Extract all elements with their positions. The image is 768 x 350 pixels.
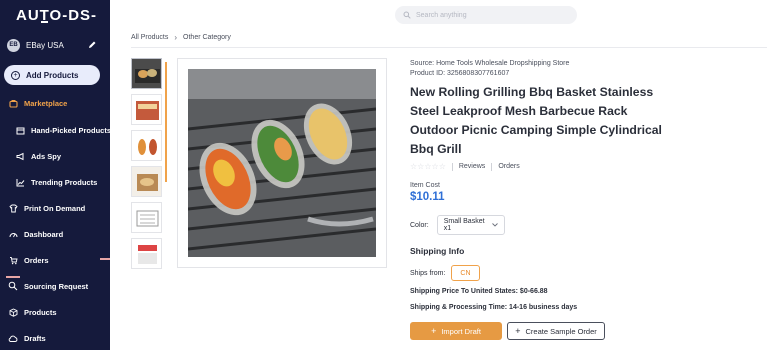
- cart-icon: [8, 255, 18, 265]
- sidebar-item-label: Print On Demand: [24, 203, 86, 213]
- sidebar-item-label: Products: [24, 307, 57, 317]
- divider: [451, 162, 453, 171]
- cloud-icon: [8, 333, 18, 343]
- megaphone-icon: [15, 151, 25, 161]
- sidebar-item-label: Marketplace: [24, 98, 68, 108]
- plus-icon: +: [431, 326, 437, 336]
- color-select[interactable]: Small Basket x1: [436, 215, 505, 235]
- sidebar-item-sourcing-request[interactable]: Sourcing Request: [8, 279, 88, 293]
- sidebar-item-label: Trending Products: [31, 177, 98, 187]
- create-sample-order-button[interactable]: + Create Sample Order: [507, 322, 605, 340]
- sidebar-item-products[interactable]: Products: [8, 305, 57, 319]
- plus-icon: +: [11, 70, 20, 80]
- product-main-image[interactable]: [177, 58, 387, 268]
- product-id: Product ID: 3256808307761607: [410, 70, 510, 77]
- product-source: Source: Home Tools Wholesale Dropshippin…: [410, 60, 570, 67]
- sidebar-item-label: Hand-Picked Products: [31, 125, 112, 135]
- ships-from-label: Ships from:: [410, 269, 446, 277]
- sidebar-item-trending[interactable]: Trending Products: [15, 175, 97, 189]
- gauge-icon: [8, 229, 18, 239]
- create-sample-order-label: Create Sample Order: [525, 326, 597, 336]
- sidebar-item-label: Drafts: [24, 333, 46, 343]
- search-bar[interactable]: Search anything: [395, 6, 577, 24]
- thumbnail-6[interactable]: [131, 238, 162, 269]
- rating-row: ☆☆☆☆☆ Reviews Orders: [410, 162, 520, 171]
- breadcrumb: All Products › Other Category: [131, 33, 231, 42]
- star-rating-icon: ☆☆☆☆☆: [410, 162, 446, 171]
- thumbnail-4[interactable]: [131, 166, 162, 197]
- ships-from-cn-button[interactable]: CN: [451, 265, 480, 281]
- divider: [131, 47, 767, 48]
- thumbnail-1[interactable]: [131, 58, 162, 89]
- color-row: Color: Small Basket x1: [410, 215, 505, 235]
- search-icon: [403, 6, 411, 24]
- plus-icon: +: [515, 326, 521, 336]
- cube-icon: [8, 307, 18, 317]
- sidebar-item-orders[interactable]: Orders: [8, 253, 49, 267]
- store-name: EBay USA: [26, 40, 64, 50]
- sidebar: AUTO-DS- EB EBay USA + Add Products Mark…: [0, 0, 111, 350]
- sidebar-item-label: Sourcing Request: [24, 281, 89, 291]
- ships-from-row: Ships from: CN: [410, 265, 480, 281]
- sidebar-item-ads-spy[interactable]: Ads Spy: [15, 149, 61, 163]
- sidebar-item-print-on-demand[interactable]: Print On Demand: [8, 201, 85, 215]
- store-selector[interactable]: EB EBay USA: [7, 38, 103, 52]
- sidebar-item-drafts[interactable]: Drafts: [8, 331, 46, 345]
- shipping-info-heading: Shipping Info: [410, 246, 465, 256]
- import-draft-label: Import Draft: [441, 326, 481, 336]
- thumbnail-5[interactable]: [131, 202, 162, 233]
- chevron-down-icon: [491, 222, 498, 229]
- breadcrumb-all-products[interactable]: All Products: [131, 34, 168, 41]
- search-input[interactable]: Search anything: [416, 12, 467, 19]
- sidebar-item-label: Ads Spy: [31, 151, 62, 161]
- sidebar-item-marketplace[interactable]: Marketplace: [8, 96, 67, 110]
- sidebar-item-label: Dashboard: [24, 229, 64, 239]
- import-draft-button[interactable]: + Import Draft: [410, 322, 502, 340]
- color-label: Color:: [410, 221, 429, 229]
- search-doc-icon: [8, 281, 18, 291]
- color-select-value: Small Basket x1: [443, 218, 485, 232]
- box-icon: [15, 125, 25, 135]
- shipping-processing-time: Shipping & Processing Time: 14-16 busine…: [410, 304, 578, 311]
- thumbnail-2[interactable]: [131, 94, 162, 125]
- add-products-button[interactable]: + Add Products: [4, 65, 100, 85]
- sidebar-item-hand-picked[interactable]: Hand-Picked Products: [15, 123, 111, 137]
- sourcing-accent-mark: [6, 276, 20, 278]
- add-products-label: Add Products: [26, 70, 79, 80]
- divider: [491, 162, 493, 171]
- orders-label: Orders: [498, 163, 520, 170]
- item-cost-value: $10.11: [410, 191, 445, 203]
- orders-accent-mark: [100, 258, 110, 260]
- shirt-icon: [8, 203, 18, 213]
- thumbnail-3[interactable]: [131, 130, 162, 161]
- store-avatar: EB: [7, 38, 20, 52]
- autods-logo[interactable]: AUTO-DS-: [16, 7, 97, 24]
- sidebar-item-label: Orders: [24, 255, 49, 265]
- bag-icon: [8, 98, 18, 108]
- trend-chart-icon: [15, 177, 25, 187]
- logo-underline: [41, 21, 48, 23]
- sidebar-item-dashboard[interactable]: Dashboard: [8, 227, 63, 241]
- product-title: New Rolling Grilling Bbq Basket Stainles…: [410, 85, 662, 156]
- chevron-right-icon: ›: [174, 33, 178, 42]
- pencil-icon[interactable]: [88, 40, 97, 49]
- shipping-price: Shipping Price To United States: $0-66.8…: [410, 288, 548, 295]
- thumbnail-scrollbar[interactable]: [165, 62, 167, 182]
- item-cost-label: Item Cost: [410, 182, 440, 189]
- bbq-basket-image: [188, 69, 376, 257]
- breadcrumb-current[interactable]: Other Category: [183, 34, 231, 41]
- reviews-label[interactable]: Reviews: [459, 163, 485, 170]
